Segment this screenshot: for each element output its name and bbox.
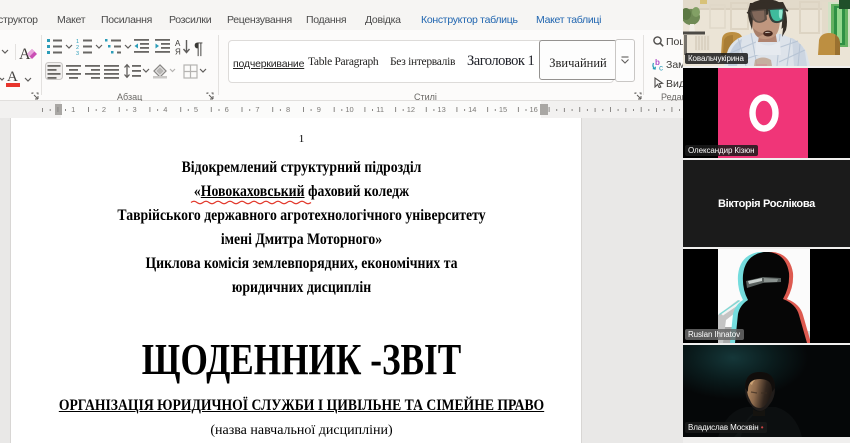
svg-text:2: 2 <box>102 105 106 114</box>
svg-text:1: 1 <box>71 105 75 114</box>
svg-text:A: A <box>7 69 18 85</box>
svg-text:13: 13 <box>437 105 445 114</box>
svg-text:4: 4 <box>163 105 167 114</box>
svg-text:9: 9 <box>317 105 321 114</box>
svg-text:10: 10 <box>345 105 353 114</box>
svg-text:3: 3 <box>133 105 137 114</box>
svg-text:3: 3 <box>76 51 79 57</box>
svg-text:6: 6 <box>225 105 229 114</box>
svg-text:12: 12 <box>407 105 415 114</box>
svg-text:c: c <box>659 64 663 73</box>
svg-text:11: 11 <box>376 105 384 114</box>
svg-text:15: 15 <box>499 105 507 114</box>
svg-text:Пош: Пош <box>666 36 683 48</box>
svg-text:¶: ¶ <box>194 39 203 58</box>
svg-text:Я: Я <box>175 48 181 57</box>
svg-text:7: 7 <box>255 105 259 114</box>
svg-text:8: 8 <box>286 105 290 114</box>
svg-text:Вид: Вид <box>666 78 683 88</box>
svg-text:5: 5 <box>194 105 198 114</box>
svg-text:Зам: Зам <box>666 59 683 71</box>
svg-text:14: 14 <box>468 105 476 114</box>
svg-text:16: 16 <box>530 105 538 114</box>
